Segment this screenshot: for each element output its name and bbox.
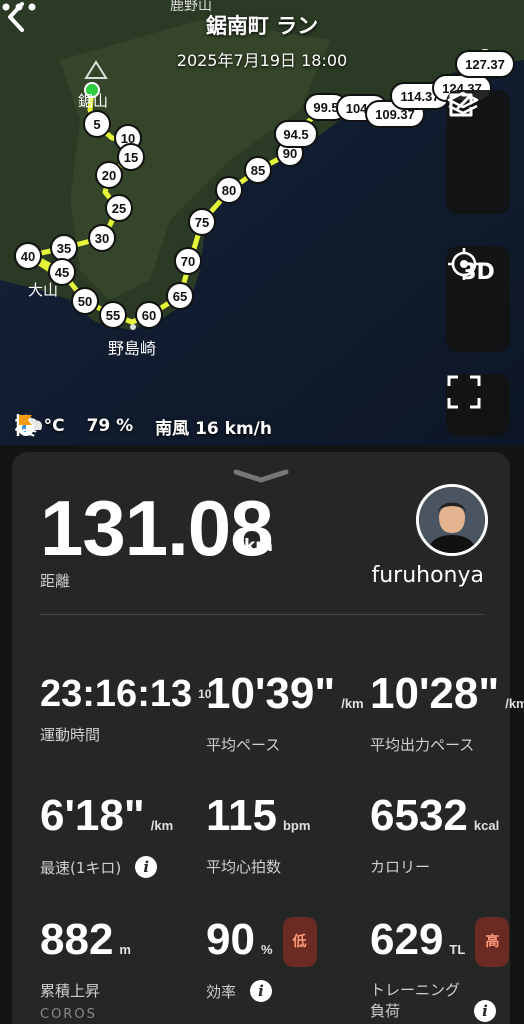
place-label-nojimazaki: 野島崎 xyxy=(108,339,156,358)
place-label-oyama: 大山 xyxy=(28,281,58,299)
weather-bar: 28 °C 79 % 南風 16 km/h xyxy=(14,412,294,440)
level-badge-high: 高 xyxy=(475,917,510,968)
stat-value: 10'28" xyxy=(370,669,500,718)
fullscreen-icon xyxy=(447,375,481,409)
km-marker-label: 94.5 xyxy=(283,127,308,142)
stat-label: 平均ペース xyxy=(206,736,281,754)
km-marker-label: 75 xyxy=(195,215,209,230)
stat-label: 累積上昇 xyxy=(40,982,101,1000)
stat-label-line2: 負荷 xyxy=(370,1002,401,1020)
stat-unit: bpm xyxy=(282,818,311,833)
wind-value: 南風 16 km/h xyxy=(155,418,272,439)
km-marker-label: 5 xyxy=(93,117,100,132)
username[interactable]: furuhonya xyxy=(352,563,484,588)
stat-avg-heart-rate: 115 bpm 平均心拍数 xyxy=(206,792,366,877)
divider xyxy=(40,614,484,615)
stat-value: 90 xyxy=(206,915,255,964)
stat-label: カロリー xyxy=(370,858,431,876)
km-marker-label: 85 xyxy=(251,163,265,178)
stat-label: 最速(1キロ) xyxy=(40,858,122,877)
km-marker-label: 40 xyxy=(21,249,35,264)
crosshair-icon xyxy=(448,248,480,280)
distance-label: 距離 xyxy=(40,572,71,590)
route-map[interactable]: 5 10 15 20 25 30 35 40 45 50 55 60 65 70 75 80 85 90 94.5 9… xyxy=(0,0,524,445)
km-marker-label: 65 xyxy=(173,289,187,304)
stat-training-load: 629 TL 高 トレーニング 負荷 i xyxy=(370,916,524,1022)
level-badge-low: 低 xyxy=(282,917,317,968)
stat-unit: TL xyxy=(449,942,466,957)
map-tools-group xyxy=(446,90,510,214)
stat-avg-pace: 10'39" /km 平均ペース xyxy=(206,670,366,755)
km-marker-label: 30 xyxy=(95,231,109,246)
km-marker-label: 45 xyxy=(55,265,69,280)
km-marker-label: 80 xyxy=(222,183,236,198)
summary-panel[interactable]: 131.08 km 距離 furuhonya 23:16:13 10 運動時間 1… xyxy=(12,452,524,1024)
stat-unit: % xyxy=(260,942,273,957)
humidity-value: 79 % xyxy=(86,416,134,436)
stat-label-line1: トレーニング xyxy=(370,981,461,999)
info-icon[interactable]: i xyxy=(474,1000,497,1022)
wind-flag-icon xyxy=(16,414,37,437)
stat-value: 115 xyxy=(206,791,277,840)
distance-unit: km xyxy=(244,536,274,556)
layers-icon xyxy=(447,91,479,115)
km-marker-label: 20 xyxy=(102,168,116,183)
panel-collapse-chevron-icon[interactable] xyxy=(232,466,290,486)
stat-value: 23:16:13 xyxy=(40,673,193,715)
page-title: 鋸南町 ラン xyxy=(205,14,319,38)
avatar[interactable] xyxy=(416,484,488,556)
km-marker-label: 25 xyxy=(112,201,126,216)
stat-label: 効率 xyxy=(206,982,237,1001)
stat-elevation-gain: 882 m 累積上昇 xyxy=(40,916,200,1001)
stat-unit: /km xyxy=(150,818,174,833)
stat-value: 10'39" xyxy=(206,669,336,718)
stat-value: 882 xyxy=(40,915,114,964)
stat-fastest-km: 6'18" /km 最速(1キロ) i xyxy=(40,792,200,878)
more-options-icon[interactable] xyxy=(0,0,38,14)
activity-date: 2025年7月19日 18:00 xyxy=(176,51,348,70)
stat-label: 平均心拍数 xyxy=(206,858,282,876)
km-marker-label: 15 xyxy=(124,150,138,165)
info-icon[interactable]: i xyxy=(250,980,273,1002)
stat-unit: /km xyxy=(505,696,524,711)
stat-label: 平均出力ペース xyxy=(370,736,475,754)
stat-avg-power-pace: 10'28" /km 平均出力ペース xyxy=(370,670,524,755)
weather-wind: 南風 16 km/h xyxy=(16,414,272,439)
stat-unit: m xyxy=(119,942,131,957)
stat-calories: 6532 kcal カロリー xyxy=(370,792,524,877)
user-avatar-image xyxy=(419,487,485,553)
view-tools-group: 3D xyxy=(446,246,510,352)
km-marker-label: 55 xyxy=(106,308,120,323)
brand-logo: COROS xyxy=(40,1007,97,1022)
total-distance: 131.08 xyxy=(40,484,274,572)
km-marker-label: 60 xyxy=(142,308,156,323)
km-marker-label: 50 xyxy=(78,294,92,309)
stat-duration: 23:16:13 10 運動時間 xyxy=(40,670,211,745)
stat-unit: kcal xyxy=(473,818,500,833)
km-marker-label: 35 xyxy=(57,241,71,256)
stat-value: 6532 xyxy=(370,791,468,840)
km-marker-label: 70 xyxy=(181,254,195,269)
km-marker-label: 90 xyxy=(283,146,297,161)
stat-value: 629 xyxy=(370,915,444,964)
stat-value: 6'18" xyxy=(40,791,145,840)
km-marker-label: 99.5 xyxy=(313,100,338,115)
stat-label: 運動時間 xyxy=(40,726,101,744)
stat-efficiency: 90% 低 効率 i xyxy=(206,916,366,1002)
locate-button[interactable] xyxy=(446,248,510,352)
stat-unit: /km xyxy=(341,696,364,711)
layers-button[interactable] xyxy=(446,91,510,214)
info-icon[interactable]: i xyxy=(135,856,158,878)
fullscreen-button[interactable] xyxy=(446,374,510,436)
weather-humidity: 79 % xyxy=(18,414,134,436)
place-dot xyxy=(130,324,136,330)
place-label-nokogiriyama: 鋸山 xyxy=(78,92,108,110)
